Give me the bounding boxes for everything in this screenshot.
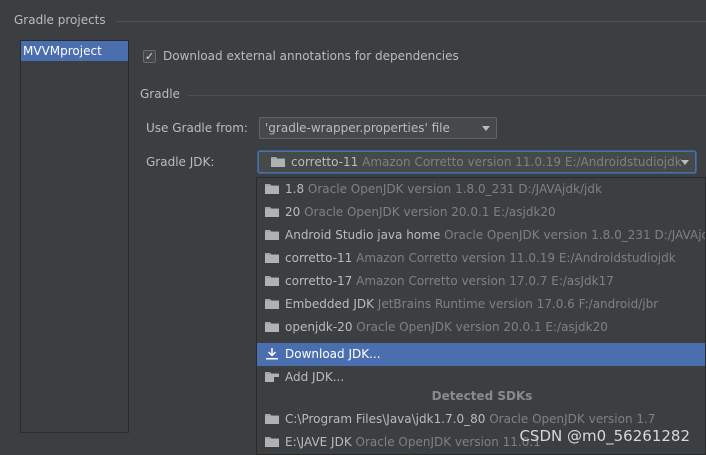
jdk-option-corretto-17[interactable]: corretto-17 Amazon Corretto version 17.0… xyxy=(257,270,705,293)
folder-icon xyxy=(265,252,279,263)
jdk-option-openjdk-20[interactable]: openjdk-20 Oracle OpenJDK version 20.0.1… xyxy=(257,316,705,339)
jdk-option-1-8[interactable]: 1.8 Oracle OpenJDK version 1.8.0_231 D:/… xyxy=(257,178,705,201)
jdk-option-embedded-jdk[interactable]: Embedded JDK JetBrains Runtime version 1… xyxy=(257,293,705,316)
add-jdk-label: Add JDK... xyxy=(285,370,345,384)
jdk-option-detail: Oracle OpenJDK version 1.8.0_231 D:/JAVA… xyxy=(444,228,706,242)
gradle-divider xyxy=(188,95,706,96)
download-jdk-item[interactable]: Download JDK... xyxy=(257,343,705,366)
annotations-checkbox[interactable]: ✓ xyxy=(143,49,156,63)
folder-icon xyxy=(265,298,279,309)
use-gradle-from-value: 'gradle-wrapper.properties' file xyxy=(265,121,450,135)
jdk-option-name: C:\Program Files\Java\jdk1.7.0_80 xyxy=(285,412,486,426)
jdk-option-detail: Oracle OpenJDK version 1.7 xyxy=(489,412,656,426)
folder-icon xyxy=(265,206,279,217)
project-item-mvvmproject[interactable]: MVVMproject xyxy=(21,41,128,61)
jdk-option-name: 20 xyxy=(285,205,301,219)
jdk-option-name: Embedded JDK xyxy=(285,297,374,311)
download-icon xyxy=(265,348,279,360)
gradle-jdk-selected-name: corretto-11 xyxy=(291,155,359,169)
folder-icon xyxy=(265,183,279,194)
gradle-jdk-label: Gradle JDK: xyxy=(146,155,215,169)
jdk-option-detail: Amazon Corretto version 11.0.19 E:/Andro… xyxy=(356,251,676,265)
jdk-option-name: corretto-17 xyxy=(285,274,353,288)
jdk-option-name: E:\JAVE JDK xyxy=(285,435,352,449)
add-jdk-item[interactable]: Add JDK... xyxy=(257,366,705,389)
folder-icon xyxy=(265,275,279,286)
folder-icon xyxy=(265,436,279,447)
gradle-jdk-select[interactable]: corretto-11 Amazon Corretto version 11.0… xyxy=(258,151,696,173)
folder-icon xyxy=(265,413,279,424)
jdk-option-corretto-11[interactable]: corretto-11 Amazon Corretto version 11.0… xyxy=(257,247,705,270)
jdk-option-20[interactable]: 20 Oracle OpenJDK version 20.0.1 E:/asjd… xyxy=(257,201,705,224)
jdk-option-detail: Oracle OpenJDK version 20.0.1 E:/asjdk20 xyxy=(304,205,556,219)
chevron-down-icon xyxy=(681,160,689,165)
annotations-checkbox-label: Download external annotations for depend… xyxy=(163,49,459,63)
jdk-option-name: openjdk-20 xyxy=(285,320,353,334)
jdk-dropdown-popup: 1.8 Oracle OpenJDK version 1.8.0_231 D:/… xyxy=(256,177,706,455)
jdk-option-detail: Oracle OpenJDK version 11.0.1 xyxy=(355,435,541,449)
jdk-option-detail: Oracle OpenJDK version 1.8.0_231 D:/JAVA… xyxy=(307,182,602,196)
jdk-option-name: corretto-11 xyxy=(285,251,353,265)
project-list[interactable]: MVVMproject xyxy=(20,40,129,433)
folder-icon xyxy=(265,321,279,332)
chevron-down-icon xyxy=(482,126,490,131)
annotations-checkbox-row[interactable]: ✓ Download external annotations for depe… xyxy=(143,47,459,65)
jdk-option-detail: Amazon Corretto version 17.0.7 E:/asJdk1… xyxy=(356,274,614,288)
jdk-option-detail: Oracle OpenJDK version 20.0.1 E:/asjdk20 xyxy=(356,320,608,334)
gradle-group-title: Gradle xyxy=(140,87,180,101)
jdk-option-detail: JetBrains Runtime version 17.0.6 F:/andr… xyxy=(377,297,659,311)
use-gradle-from-label: Use Gradle from: xyxy=(146,121,248,135)
section-title: Gradle projects xyxy=(14,13,106,27)
gradle-jdk-selected-detail: Amazon Corretto version 11.0.19 E:/Andro… xyxy=(362,155,682,169)
detected-sdks-header: Detected SDKs xyxy=(431,389,533,403)
jdk-option-name: 1.8 xyxy=(285,182,305,196)
download-jdk-label: Download JDK... xyxy=(285,347,381,361)
jdk-option-name: Android Studio java home xyxy=(285,228,441,242)
use-gradle-from-select[interactable]: 'gradle-wrapper.properties' file xyxy=(259,117,497,139)
jdk-option-android-studio-java-home[interactable]: Android Studio java home Oracle OpenJDK … xyxy=(257,224,706,247)
add-folder-icon xyxy=(265,371,279,382)
section-divider xyxy=(116,21,706,22)
folder-icon xyxy=(265,229,279,240)
watermark: CSDN @m0_56261282 xyxy=(519,427,690,445)
folder-icon xyxy=(271,156,285,167)
